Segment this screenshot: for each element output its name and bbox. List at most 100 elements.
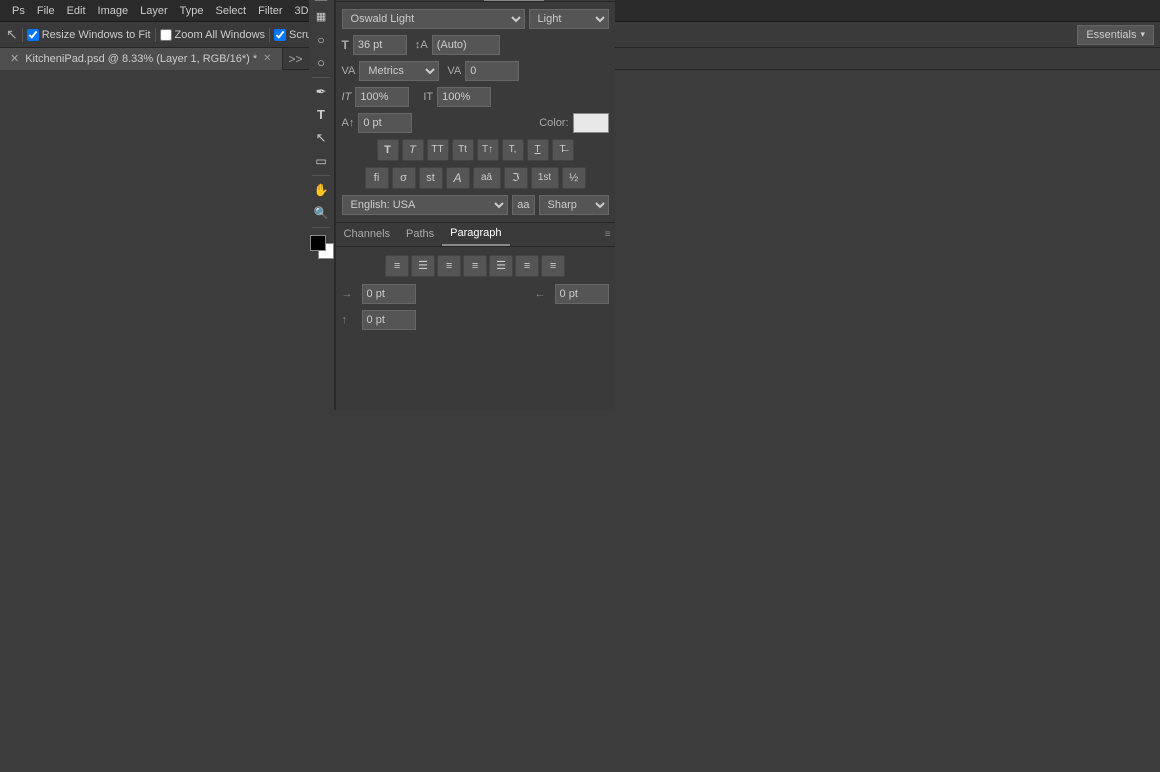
tab-close-icon[interactable]: ✕	[263, 53, 271, 64]
menu-select[interactable]: Select	[210, 5, 253, 17]
main-area: ↖ ⊞ ⬜ ⌒ 🪄 ⊹ 💧 ✚ 🖌 🖂 ↩ ⬜ ▦ ○ ○ ✒ T ↖ ▭ ✋ …	[309, 0, 615, 410]
pen-tool[interactable]: ✒	[310, 81, 332, 103]
font-size-input[interactable]	[353, 35, 407, 55]
align-buttons-row: ≡ ☰ ≡ ≡ ☰ ≡ ≡	[336, 251, 615, 281]
tracking-input[interactable]	[465, 61, 519, 81]
style-bold-btn[interactable]: T	[377, 139, 399, 161]
resize-windows-checkbox[interactable]	[27, 29, 39, 41]
text-style-row: T T TT Tt T↑ T, T T̶	[336, 136, 615, 164]
shape-tool[interactable]: ▭	[310, 150, 332, 172]
resize-windows-label: Resize Windows to Fit	[42, 29, 151, 41]
style-super-btn[interactable]: T↑	[477, 139, 499, 161]
size-icon: T	[342, 38, 349, 52]
tab-overflow-button[interactable]: >>	[283, 52, 309, 66]
panel-tabs-bottom: Channels Paths Paragraph ≡	[336, 223, 615, 247]
kerning-select[interactable]: Metrics	[359, 61, 439, 81]
style-small-caps-btn[interactable]: Tt	[452, 139, 474, 161]
blur-tool[interactable]: ○	[310, 29, 332, 51]
type-tool[interactable]: T	[310, 104, 332, 126]
eraser-tool[interactable]: ⬜	[310, 0, 332, 5]
justify-right-btn[interactable]: ≡	[515, 255, 539, 277]
horiz-scale-input[interactable]	[355, 87, 409, 107]
justify-center-btn[interactable]: ☰	[489, 255, 513, 277]
aa-button[interactable]: aa	[512, 195, 534, 215]
style-sub-btn[interactable]: T,	[502, 139, 524, 161]
style-all-caps-btn[interactable]: TT	[427, 139, 449, 161]
zoom-all-label: Zoom All Windows	[175, 29, 265, 41]
menu-file[interactable]: File	[31, 5, 61, 17]
baseline-input[interactable]	[358, 113, 412, 133]
essentials-chevron-icon: ▾	[1140, 29, 1145, 40]
lig-half-btn[interactable]: ½	[562, 167, 586, 189]
baseline-color-row: A↑ Color:	[336, 110, 615, 136]
lang-aa-row: English: USA aa Sharp	[336, 192, 615, 218]
lig-sigma-btn[interactable]: σ	[392, 167, 416, 189]
bottom-panel: Channels Paths Paragraph ≡ ≡ ☰ ≡ ≡ ☰ ≡ ≡	[336, 222, 615, 337]
tab-channels[interactable]: Channels	[336, 222, 398, 246]
tab-bar: ✕ KitcheniPad.psd @ 8.33% (Layer 1, RGB/…	[0, 48, 1160, 70]
align-left-btn[interactable]: ≡	[385, 255, 409, 277]
foreground-color[interactable]	[310, 235, 326, 251]
ligature-row: fi σ st A aā ℑ 1st ½	[336, 164, 615, 192]
zoom-tool[interactable]: 🔍	[310, 202, 332, 224]
menu-photoshop[interactable]: Ps	[6, 5, 31, 17]
font-family-select[interactable]: Oswald Light	[342, 9, 525, 29]
leading-icon: ↕A	[415, 39, 428, 51]
horiz-scale-icon: IT	[342, 91, 352, 103]
anti-alias-select[interactable]: Sharp	[539, 195, 609, 215]
lig-fi-btn[interactable]: fi	[365, 167, 389, 189]
justify-left-btn[interactable]: ≡	[463, 255, 487, 277]
space-before-input[interactable]	[362, 310, 416, 330]
vert-scale-input[interactable]	[437, 87, 491, 107]
justify-all-btn[interactable]: ≡	[541, 255, 565, 277]
hand-tool[interactable]: ✋	[310, 179, 332, 201]
document-tab-label: KitcheniPad.psd @ 8.33% (Layer 1, RGB/16…	[25, 53, 257, 65]
font-row: Oswald Light Light	[336, 6, 615, 32]
essentials-label: Essentials	[1086, 29, 1136, 41]
left-toolbar: ↖ ⊞ ⬜ ⌒ 🪄 ⊹ 💧 ✚ 🖌 🖂 ↩ ⬜ ▦ ○ ○ ✒ T ↖ ▭ ✋ …	[309, 0, 335, 410]
font-weight-select[interactable]: Light	[529, 9, 609, 29]
tab-paths[interactable]: Paths	[398, 222, 442, 246]
essentials-button[interactable]: Essentials ▾	[1077, 25, 1154, 45]
style-strikethrough-btn[interactable]: T̶	[552, 139, 574, 161]
gradient-tool[interactable]: ▦	[310, 6, 332, 28]
text-color-swatch[interactable]	[573, 113, 609, 133]
size-leading-row: T ↕A	[336, 32, 615, 58]
menu-edit[interactable]: Edit	[61, 5, 92, 17]
resize-windows-checkbox-label: Resize Windows to Fit	[27, 29, 151, 41]
kerning-icon: VA	[342, 65, 356, 77]
style-underline-btn[interactable]: T	[527, 139, 549, 161]
panel-bottom-expand[interactable]: ≡	[601, 229, 615, 240]
language-select[interactable]: English: USA	[342, 195, 509, 215]
indent-row-2: ↑	[336, 307, 615, 333]
left-indent-icon: →	[342, 288, 358, 300]
lig-a-btn[interactable]: A	[446, 167, 470, 189]
left-indent-input[interactable]	[362, 284, 416, 304]
move-tool-icon[interactable]: ↖	[6, 26, 18, 43]
kern-track-row: VA Metrics VA	[336, 58, 615, 84]
lig-frak-btn[interactable]: ℑ	[504, 167, 528, 189]
color-swatch-area	[310, 235, 332, 267]
menu-filter[interactable]: Filter	[252, 5, 288, 17]
align-center-btn[interactable]: ☰	[411, 255, 435, 277]
lig-aa-btn[interactable]: aā	[473, 167, 501, 189]
right-indent-input[interactable]	[555, 284, 609, 304]
tracking-icon: VA	[447, 65, 461, 77]
style-italic-btn[interactable]: T	[402, 139, 424, 161]
lig-st-btn[interactable]: st	[419, 167, 443, 189]
dodge-tool[interactable]: ○	[310, 52, 332, 74]
document-tab[interactable]: ✕ KitcheniPad.psd @ 8.33% (Layer 1, RGB/…	[0, 48, 283, 70]
menu-type[interactable]: Type	[174, 5, 210, 17]
zoom-all-checkbox[interactable]	[160, 29, 172, 41]
scrubby-zoom-checkbox[interactable]	[274, 29, 286, 41]
menu-layer[interactable]: Layer	[134, 5, 174, 17]
menu-image[interactable]: Image	[92, 5, 135, 17]
lig-1st-btn[interactable]: 1st	[531, 167, 559, 189]
scale-row: IT IT	[336, 84, 615, 110]
path-select-tool[interactable]: ↖	[310, 127, 332, 149]
tab-paragraph[interactable]: Paragraph	[442, 222, 509, 246]
align-right-btn[interactable]: ≡	[437, 255, 461, 277]
character-panel: Oswald Light Light T ↕A VA Metrics	[336, 2, 615, 222]
leading-input[interactable]	[432, 35, 500, 55]
right-panels: Colo Swat Histo Prop Layers Actio ≡ Kind…	[335, 0, 615, 410]
